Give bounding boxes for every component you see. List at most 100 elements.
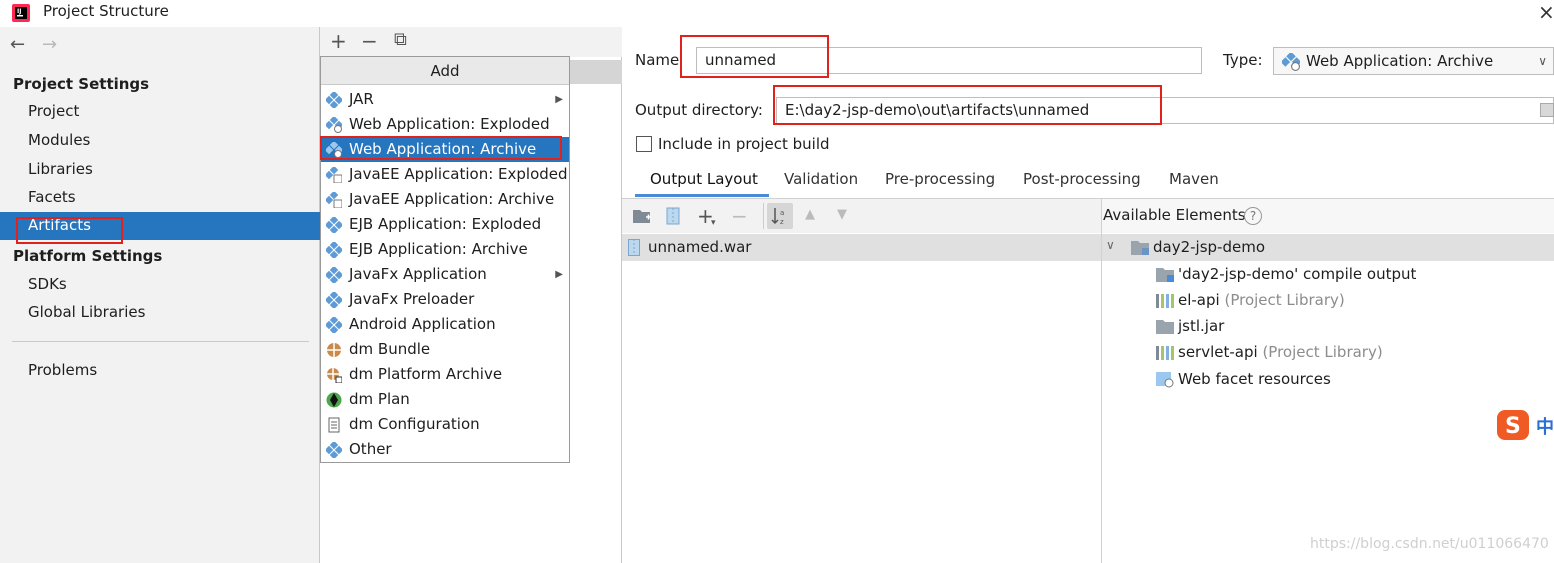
- menu-item-web-app-exploded[interactable]: Web Application: Exploded: [321, 112, 569, 137]
- menu-item-label: dm Plan: [349, 390, 410, 408]
- menu-item-javaee-archive[interactable]: JavaEE Application: Archive: [321, 187, 569, 212]
- tab-validation[interactable]: Validation: [784, 170, 858, 188]
- intellij-app-icon: IJ: [12, 4, 30, 22]
- type-dropdown[interactable]: Web Application: Archive ∨: [1273, 47, 1554, 75]
- include-in-build-label: Include in project build: [658, 135, 830, 153]
- menu-item-label: JavaEE Application: Archive: [349, 190, 555, 208]
- menu-item-dm-plan[interactable]: dm Plan: [321, 387, 569, 412]
- move-down-icon[interactable]: ▼: [837, 207, 847, 222]
- submenu-arrow-icon: ▶: [555, 269, 563, 280]
- tab-post-processing[interactable]: Post-processing: [1023, 170, 1141, 188]
- menu-item-label: EJB Application: Exploded: [349, 215, 542, 233]
- menu-item-dm-bundle[interactable]: dm Bundle: [321, 337, 569, 362]
- menu-item-ejb-archive[interactable]: EJB Application: Archive: [321, 237, 569, 262]
- back-arrow-icon[interactable]: ←: [10, 34, 25, 55]
- menu-item-web-app-archive[interactable]: Web Application: Archive: [321, 137, 569, 162]
- config-file-icon: [328, 417, 340, 433]
- name-field[interactable]: unnamed: [696, 47, 1202, 74]
- web-resources-icon: [1156, 372, 1174, 388]
- svg-text:a: a: [780, 209, 784, 217]
- sidebar-item-project[interactable]: Project: [28, 102, 79, 120]
- menu-item-dm-platform-archive[interactable]: dm Platform Archive: [321, 362, 569, 387]
- sidebar-item-facets[interactable]: Facets: [28, 188, 76, 206]
- move-up-icon[interactable]: ▲: [805, 207, 815, 222]
- name-label: Name: [635, 51, 680, 69]
- add-artifact-icon[interactable]: +: [330, 29, 347, 53]
- type-label: Type:: [1223, 51, 1263, 69]
- menu-item-label: Web Application: Exploded: [349, 115, 550, 133]
- ejb-artifact-icon: [326, 242, 342, 258]
- menu-item-javaee-exploded[interactable]: JavaEE Application: Exploded: [321, 162, 569, 187]
- include-in-build-checkbox[interactable]: [636, 136, 652, 152]
- web-artifact-icon: [1282, 53, 1300, 71]
- type-dropdown-value: Web Application: Archive: [1306, 52, 1494, 70]
- artifact-list-row: [570, 60, 622, 84]
- menu-item-ejb-exploded[interactable]: EJB Application: Exploded: [321, 212, 569, 237]
- window-title: Project Structure: [43, 2, 169, 20]
- new-folder-icon[interactable]: [632, 207, 652, 225]
- menu-item-javafx-application[interactable]: JavaFx Application ▶: [321, 262, 569, 287]
- menu-item-label: JAR: [349, 90, 374, 108]
- chevron-down-icon[interactable]: ∨: [1106, 238, 1115, 252]
- sidebar-divider: [12, 341, 309, 342]
- module-folder-icon: [1131, 241, 1149, 255]
- menu-item-jar[interactable]: JAR ▶: [321, 87, 569, 112]
- menu-item-dm-configuration[interactable]: dm Configuration: [321, 412, 569, 437]
- sogou-ime-icon: S: [1497, 410, 1529, 440]
- close-window-button[interactable]: ×: [1538, 0, 1554, 24]
- tab-pre-processing[interactable]: Pre-processing: [885, 170, 995, 188]
- tree-item-servlet-api[interactable]: servlet-api (Project Library): [1178, 343, 1383, 361]
- copy-artifact-icon[interactable]: ⧉: [394, 29, 407, 50]
- sidebar-item-global-libraries[interactable]: Global Libraries: [28, 303, 145, 321]
- library-icon: [1156, 346, 1174, 360]
- javafx-artifact-icon: [326, 267, 342, 283]
- ime-mode-label: 中: [1536, 417, 1554, 438]
- war-archive-label: unnamed.war: [648, 238, 752, 256]
- tree-item-web-facet-resources[interactable]: Web facet resources: [1178, 370, 1331, 388]
- menu-item-javafx-preloader[interactable]: JavaFx Preloader: [321, 287, 569, 312]
- menu-item-label: EJB Application: Archive: [349, 240, 528, 258]
- menu-item-label: JavaFx Preloader: [349, 290, 475, 308]
- sidebar-item-problems[interactable]: Problems: [28, 361, 97, 379]
- tab-output-layout[interactable]: Output Layout: [650, 170, 758, 188]
- available-elements-title: Available Elements: [1103, 206, 1246, 224]
- watermark-text: https://blog.csdn.net/u011066470: [1310, 536, 1549, 552]
- remove-artifact-icon[interactable]: −: [361, 29, 378, 53]
- tree-item-el-api[interactable]: el-api (Project Library): [1178, 291, 1345, 309]
- layout-toolbar: [622, 199, 1102, 233]
- tab-maven[interactable]: Maven: [1169, 170, 1219, 188]
- forward-arrow-icon[interactable]: →: [42, 34, 57, 55]
- sidebar-item-libraries[interactable]: Libraries: [28, 160, 93, 178]
- sidebar-item-sdks[interactable]: SDKs: [28, 275, 67, 293]
- dropdown-arrow-icon: ▾: [711, 218, 716, 228]
- library-icon: [1156, 294, 1174, 308]
- active-tab-indicator: [635, 194, 769, 197]
- title-bar: [0, 0, 1554, 27]
- svg-text:IJ: IJ: [17, 8, 21, 15]
- browse-folder-icon[interactable]: [1540, 103, 1554, 117]
- project-settings-heading: Project Settings: [13, 75, 150, 93]
- artifact-diamond-icon: [326, 442, 342, 458]
- menu-item-label: dm Platform Archive: [349, 365, 503, 383]
- tree-item-compile-output[interactable]: 'day2-jsp-demo' compile output: [1178, 265, 1416, 283]
- web-artifact-icon: [326, 142, 342, 158]
- sidebar-item-artifacts[interactable]: Artifacts: [28, 216, 91, 234]
- help-icon[interactable]: ?: [1244, 207, 1262, 225]
- web-artifact-icon: [326, 117, 342, 133]
- folder-output-icon: [1156, 268, 1174, 282]
- tree-item-jstl-jar[interactable]: jstl.jar: [1178, 317, 1224, 335]
- archive-icon[interactable]: [666, 207, 680, 225]
- menu-item-android-application[interactable]: Android Application: [321, 312, 569, 337]
- output-directory-field[interactable]: E:\day2-jsp-demo\out\artifacts\unnamed: [776, 97, 1554, 124]
- dm-bundle-icon: [327, 343, 341, 357]
- menu-item-label: Other: [349, 440, 392, 458]
- ime-indicator[interactable]: S 中: [1495, 408, 1554, 442]
- artifact-diamond-icon: [326, 92, 342, 108]
- tree-root-label: day2-jsp-demo: [1153, 238, 1266, 256]
- sidebar-item-modules[interactable]: Modules: [28, 131, 90, 149]
- menu-item-other[interactable]: Other: [321, 437, 569, 462]
- remove-element-icon[interactable]: −: [731, 204, 748, 228]
- dm-plan-icon: [326, 392, 342, 408]
- menu-item-label: dm Configuration: [349, 415, 480, 433]
- menu-item-label: Android Application: [349, 315, 496, 333]
